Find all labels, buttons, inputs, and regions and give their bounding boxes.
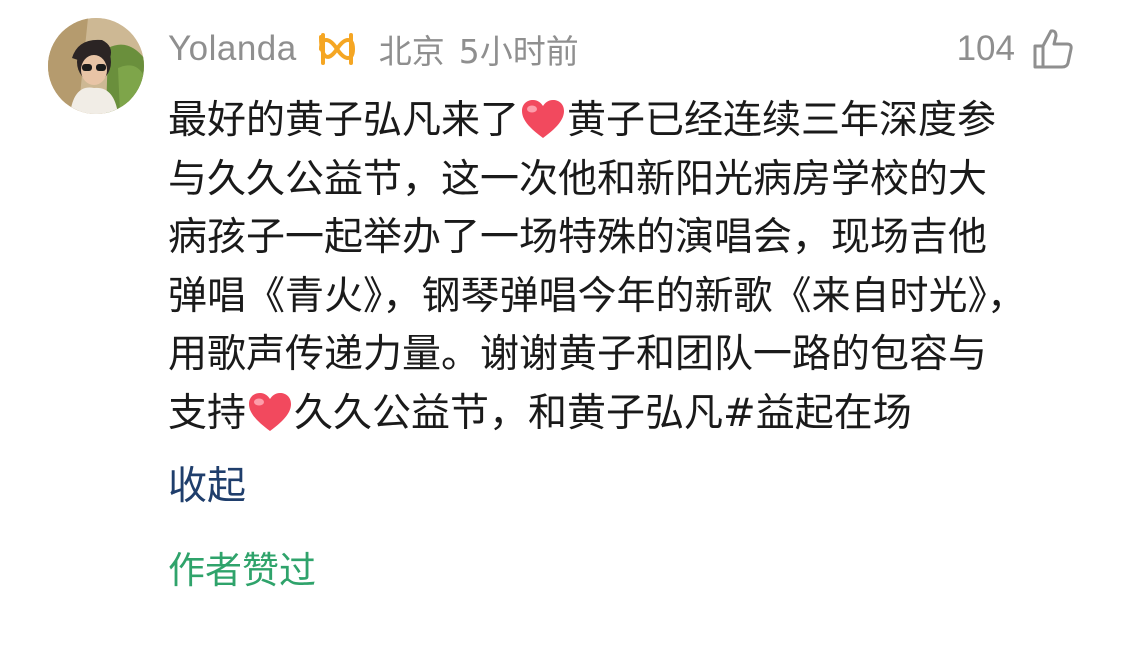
vip-badge-icon xyxy=(315,31,359,67)
timestamp: 5小时前 xyxy=(458,32,579,71)
comment-text: 最好的黄子弘凡来了 黄子已经连续三年深度参与久久公益节，这一次他和新阳光病房学校的… xyxy=(168,92,1068,443)
comment-text-segment: 病孩子一起举办了一场特殊的演唱会，现场吉他 xyxy=(168,215,988,260)
comment-header: Yolanda 北京 5小时前 xyxy=(168,24,579,74)
comment-text-segment: 最好的黄子弘凡来了 xyxy=(168,98,520,143)
avatar[interactable] xyxy=(48,18,144,114)
comment-text-segment: 久久公益节，和黄子弘凡#益起在场 xyxy=(294,390,912,436)
comment-line: 弹唱《青火》，钢琴弹唱今年的新歌《来自时光》， xyxy=(168,268,1068,327)
username[interactable]: Yolanda xyxy=(168,29,297,69)
location-label: 北京 xyxy=(378,32,445,71)
comment-line: 用歌声传递力量。谢谢黄子和团队一路的包容与 xyxy=(168,326,1068,385)
comment-text-segment: 支持 xyxy=(168,390,247,436)
comment-text-segment: 与久久公益节，这一次他和新阳光病房学校的大 xyxy=(168,156,988,202)
comment-line: 支持 久久公益节，和黄子弘凡#益起在场 xyxy=(168,385,1068,444)
like-count: 104 xyxy=(956,29,1015,68)
comment-line: 与久久公益节，这一次他和新阳光病房学校的大 xyxy=(168,151,1068,210)
thumbs-up-icon[interactable] xyxy=(1031,27,1075,71)
like-control[interactable]: 104 xyxy=(957,24,1075,74)
heart-emoji-icon xyxy=(247,391,293,433)
comment-line: 最好的黄子弘凡来了 黄子已经连续三年深度参 xyxy=(168,92,1068,151)
comment-text-segment: 用歌声传递力量。谢谢黄子和团队一路的包容与 xyxy=(168,332,988,377)
author-liked-label: 作者赞过 xyxy=(168,549,316,592)
comment-text-segment: 弹唱《青火》，钢琴弹唱今年的新歌《来自时光》， xyxy=(168,273,1027,319)
collapse-link[interactable]: 收起 xyxy=(168,455,246,511)
comment-line: 病孩子一起举办了一场特殊的演唱会，现场吉他 xyxy=(168,209,1068,268)
avatar-photo xyxy=(48,18,144,114)
comment-text-segment: 黄子已经连续三年深度参 xyxy=(567,98,997,143)
heart-emoji-icon xyxy=(520,98,566,140)
